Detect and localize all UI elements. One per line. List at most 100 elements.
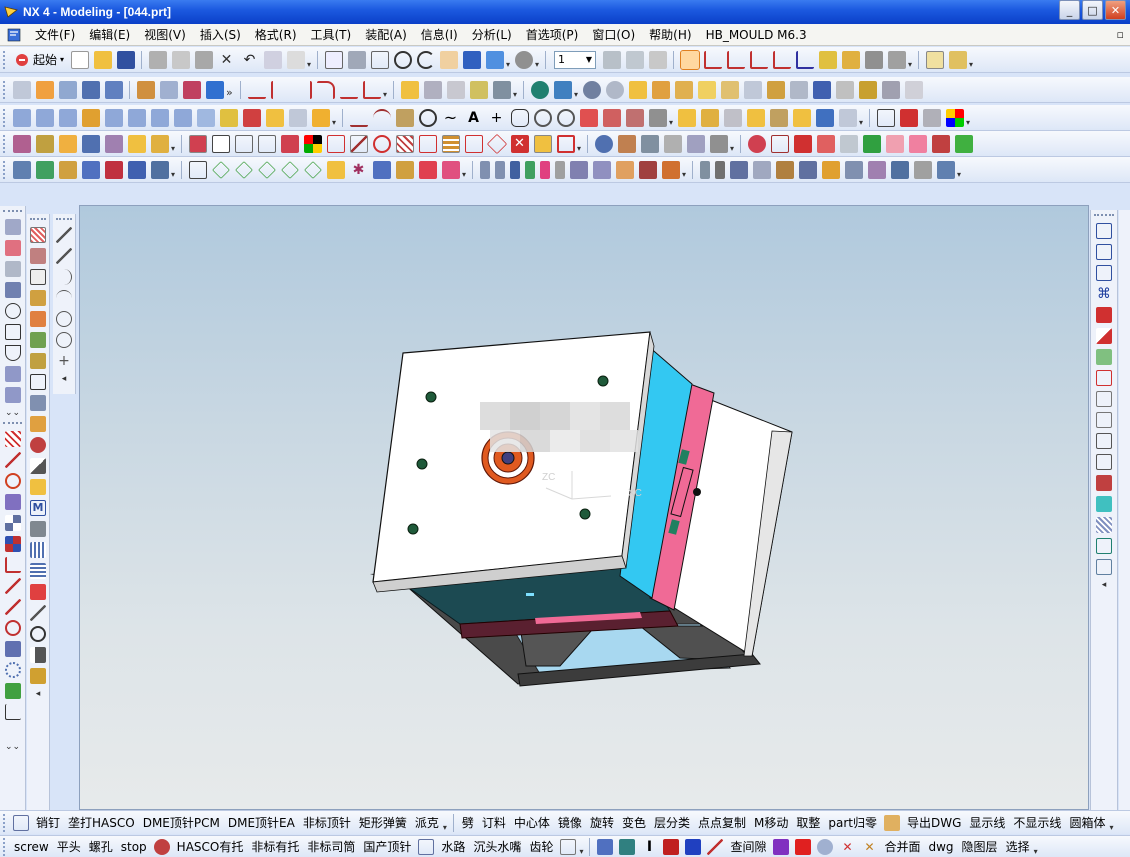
ruled-icon[interactable] xyxy=(35,108,54,127)
square-icon[interactable] xyxy=(211,134,230,153)
paste-icon[interactable] xyxy=(194,50,213,69)
move-face-icon[interactable] xyxy=(674,80,693,99)
pal1-link-icon[interactable] xyxy=(4,683,21,699)
pal3-curve-icon[interactable] xyxy=(56,269,72,285)
document-icon[interactable] xyxy=(6,27,22,43)
pocket-red-icon[interactable] xyxy=(280,134,299,153)
menu-view[interactable]: 视图(V) xyxy=(137,26,193,43)
corner-icon[interactable] xyxy=(464,134,483,153)
pal2-m-icon[interactable]: M xyxy=(30,500,46,516)
std-part2-icon[interactable] xyxy=(770,134,789,153)
component8-icon[interactable] xyxy=(844,160,863,179)
btn-pin[interactable]: 销钉 xyxy=(32,814,64,831)
btn-hasco[interactable]: 垄打HASCO xyxy=(64,814,139,831)
rpal-view-front-icon[interactable] xyxy=(1096,244,1112,260)
pal1-slot-icon[interactable] xyxy=(4,261,21,277)
pal2-dots-icon[interactable] xyxy=(30,542,46,558)
mould-view2-icon[interactable] xyxy=(617,134,636,153)
menu-edit[interactable]: 编辑(E) xyxy=(82,26,137,43)
plate-a-icon[interactable] xyxy=(12,160,31,179)
swept-surface-icon[interactable] xyxy=(81,108,100,127)
ellipse-icon[interactable] xyxy=(556,108,575,127)
edit-object-icon[interactable] xyxy=(263,50,282,69)
plate-red-icon[interactable] xyxy=(326,134,345,153)
component10-icon[interactable] xyxy=(890,160,909,179)
btn-split[interactable]: 劈 xyxy=(458,814,478,831)
shell-icon[interactable] xyxy=(446,80,465,99)
wcs-rotate-icon[interactable] xyxy=(726,50,745,69)
pal2-calc-icon[interactable] xyxy=(30,521,46,537)
rpal-square-icon[interactable] xyxy=(1096,559,1112,575)
component9-icon[interactable] xyxy=(867,160,886,179)
cube-teal-icon[interactable] xyxy=(619,838,636,855)
grid-icon[interactable] xyxy=(418,134,437,153)
color-palette-icon[interactable] xyxy=(945,108,964,127)
menu-preferences[interactable]: 首选项(P) xyxy=(519,26,586,43)
offset-face-icon[interactable] xyxy=(628,80,647,99)
red-box-icon[interactable] xyxy=(663,838,680,855)
menu-assembly[interactable]: 装配(A) xyxy=(358,26,414,43)
pal3-circle-icon[interactable] xyxy=(56,332,72,348)
pal3-plus-icon[interactable]: + xyxy=(56,353,72,369)
new-file-icon[interactable] xyxy=(70,50,89,69)
hatch-icon[interactable] xyxy=(395,134,414,153)
law-extension-icon[interactable] xyxy=(150,108,169,127)
toolbar-grip[interactable] xyxy=(3,837,7,856)
btn-mirror[interactable]: 镜像 xyxy=(554,814,586,831)
std-part1-icon[interactable] xyxy=(747,134,766,153)
menu-window[interactable]: 窗口(O) xyxy=(585,26,642,43)
chamfer-icon[interactable] xyxy=(423,80,442,99)
pal1-ellipse-icon[interactable] xyxy=(4,303,21,319)
btn-dme-ea[interactable]: DME顶针EA xyxy=(224,814,299,831)
btn-nonstd-support[interactable]: 非标有托 xyxy=(247,838,303,855)
isoparametric-icon[interactable] xyxy=(769,108,788,127)
pocket-icon[interactable] xyxy=(159,80,178,99)
combine-curve-icon[interactable] xyxy=(677,108,696,127)
menu-format[interactable]: 格式(R) xyxy=(248,26,304,43)
btn-nonstd-sleeve[interactable]: 非标司筒 xyxy=(303,838,359,855)
btn-merge-face[interactable]: 合并面 xyxy=(880,838,924,855)
mould-lifter-icon[interactable] xyxy=(127,134,146,153)
pal1-gear-icon[interactable] xyxy=(4,662,21,678)
curve-edit-icon[interactable] xyxy=(838,108,857,127)
intersect-icon[interactable] xyxy=(582,80,601,99)
layer-select[interactable]: 1 ▼ xyxy=(554,50,597,69)
helix-icon[interactable] xyxy=(533,108,552,127)
component5-icon[interactable] xyxy=(775,160,794,179)
btn-hasco-support[interactable]: HASCO有托 xyxy=(173,838,248,855)
sphere-icon[interactable] xyxy=(817,838,834,855)
btn-sunk-nozzle[interactable]: 沉头水嘴 xyxy=(469,838,525,855)
std-part6-icon[interactable] xyxy=(862,134,881,153)
pal2-stack-icon[interactable] xyxy=(30,290,46,306)
fillet-curve-icon[interactable] xyxy=(316,80,335,99)
render-style-icon[interactable] xyxy=(514,50,533,69)
pal1-cup-icon[interactable] xyxy=(4,345,21,361)
ejector7-icon[interactable] xyxy=(569,160,588,179)
green-diamond1-icon[interactable] xyxy=(211,160,230,179)
mesh-icon[interactable] xyxy=(58,108,77,127)
pal2-angle-icon[interactable] xyxy=(30,605,46,621)
rpal-pattern-icon[interactable] xyxy=(1096,517,1112,533)
pal2-hourglass-icon[interactable] xyxy=(30,668,46,684)
pal1-rotate-icon[interactable] xyxy=(4,473,21,489)
extend-icon[interactable] xyxy=(294,80,312,99)
boss-icon[interactable] xyxy=(136,80,155,99)
analysis-icon[interactable] xyxy=(841,50,860,69)
gear-part-icon[interactable] xyxy=(326,160,345,179)
cross-red-icon[interactable]: ✕ xyxy=(510,134,529,153)
through-curves-icon[interactable] xyxy=(12,108,31,127)
rpal-pillar-icon[interactable] xyxy=(1096,391,1112,407)
std-part7-icon[interactable] xyxy=(885,134,904,153)
yellow-plate-icon[interactable] xyxy=(533,134,552,153)
zoom-window-icon[interactable] xyxy=(347,50,366,69)
plate-part-icon[interactable] xyxy=(395,160,414,179)
pal2-frame-icon[interactable] xyxy=(30,374,46,390)
mould-view5-icon[interactable] xyxy=(686,134,705,153)
ruler-icon[interactable] xyxy=(925,50,944,69)
component7-icon[interactable] xyxy=(821,160,840,179)
red-square-icon[interactable] xyxy=(795,838,812,855)
pal1-spring-icon[interactable] xyxy=(4,366,21,382)
frame2-icon[interactable] xyxy=(257,134,276,153)
btn-screw[interactable]: screw xyxy=(10,840,53,854)
mould-view3-icon[interactable] xyxy=(640,134,659,153)
